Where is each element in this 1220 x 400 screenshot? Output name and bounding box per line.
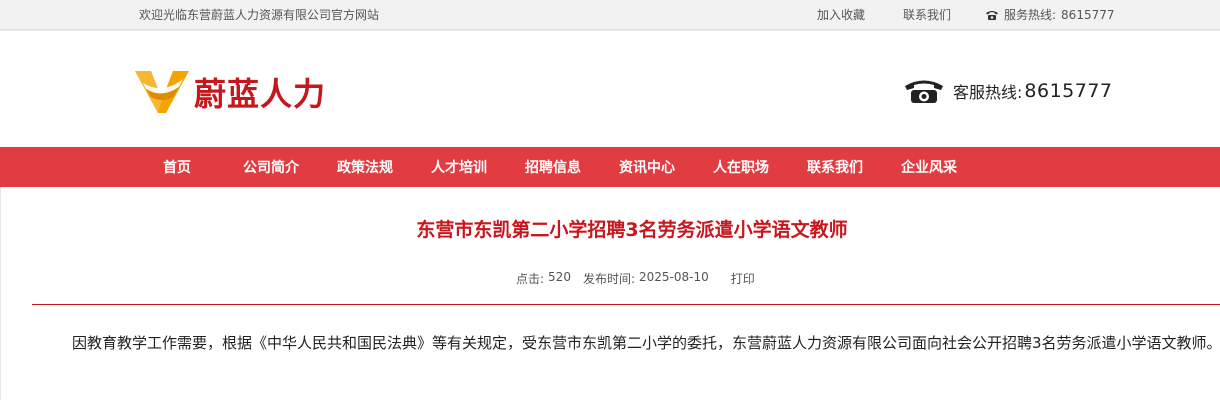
article-meta: 点击: 520 发布时间: 2025-08-10 打印 — [516, 270, 755, 287]
top-bar: 欢迎光临东营蔚蓝人力资源有限公司官方网站 加入收藏 联系我们 服务热线: 8615… — [0, 0, 1220, 31]
nav-item-gallery[interactable]: 企业风采 — [901, 157, 957, 177]
add-favorite-link[interactable]: 加入收藏 — [817, 6, 865, 23]
nav-item-policies[interactable]: 政策法规 — [337, 157, 393, 177]
date-label: 发布时间: — [582, 272, 635, 286]
nav-item-workplace[interactable]: 人在职场 — [713, 157, 769, 177]
logo-v-icon — [135, 71, 189, 113]
nav-item-news[interactable]: 资讯中心 — [619, 157, 675, 177]
nav-item-recruitment[interactable]: 招聘信息 — [525, 157, 581, 177]
site-logo[interactable]: 蔚蓝人力 — [133, 69, 326, 115]
nav-item-home[interactable]: 首页 — [163, 157, 191, 177]
telephone-icon — [986, 10, 998, 20]
nav-item-training[interactable]: 人才培训 — [431, 157, 487, 177]
welcome-text: 欢迎光临东营蔚蓝人力资源有限公司官方网站 — [139, 8, 380, 22]
service-hotline: 服务热线: 8615777 — [985, 6, 1115, 23]
article-title: 东营市东凯第二小学招聘3名劳务派遣小学语文教师 — [416, 219, 848, 241]
publish-date: 2025-08-10 — [639, 270, 709, 284]
customer-hotline-label: 客服热线: — [953, 83, 1023, 102]
telephone-icon — [905, 80, 943, 103]
views-label: 点击: — [516, 272, 545, 286]
service-hotline-label: 服务热线: — [1004, 8, 1057, 22]
nav-item-company-profile[interactable]: 公司简介 — [243, 157, 299, 177]
logo-text: 蔚蓝人力 — [194, 75, 327, 113]
main-nav: 首页 公司简介 政策法规 人才培训 招聘信息 资讯中心 人在职场 联系我们 企业… — [0, 147, 1220, 187]
site-header: 蔚蓝人力 客服热线: 8615777 — [0, 33, 1220, 147]
customer-hotline-number: 8615777 — [1024, 80, 1113, 102]
nav-item-contact[interactable]: 联系我们 — [807, 157, 863, 177]
article-paragraph: 因教育教学工作需要，根据《中华人民共和国民法典》等有关规定，受东营市东凯第二小学… — [72, 334, 1220, 352]
contact-us-link[interactable]: 联系我们 — [903, 6, 951, 23]
divider — [32, 304, 1220, 305]
article: 东营市东凯第二小学招聘3名劳务派遣小学语文教师 点击: 520 发布时间: 20… — [0, 187, 1220, 400]
print-link[interactable]: 打印 — [731, 270, 755, 287]
service-hotline-number: 8615777 — [1061, 7, 1115, 22]
views-count: 520 — [548, 270, 571, 284]
customer-hotline: 客服热线: 8615777 — [903, 77, 1113, 105]
